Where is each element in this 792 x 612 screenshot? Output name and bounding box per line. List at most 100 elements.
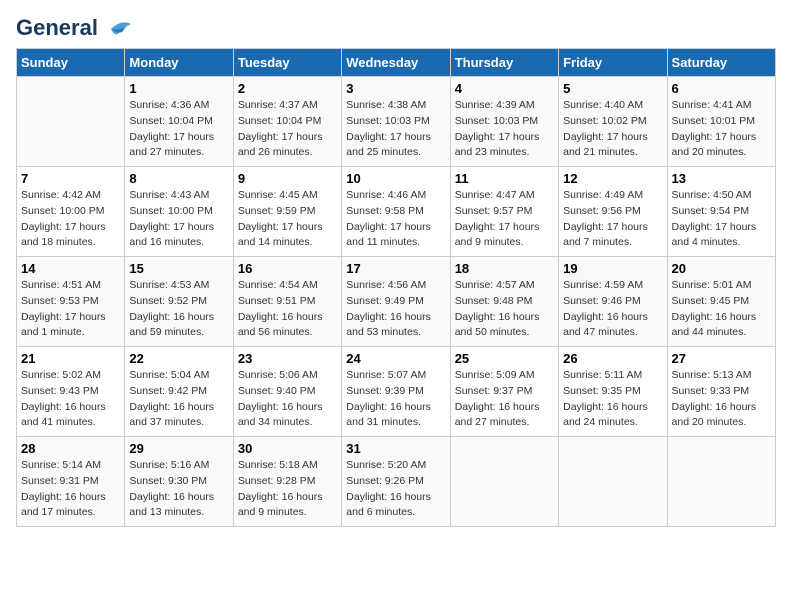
calendar-cell: 21Sunrise: 5:02 AM Sunset: 9:43 PM Dayli… xyxy=(17,347,125,437)
day-info: Sunrise: 5:18 AM Sunset: 9:28 PM Dayligh… xyxy=(238,458,337,521)
calendar-cell: 8 Sunrise: 4:43 AM Sunset: 10:00 PM Dayli… xyxy=(125,167,233,257)
header-saturday: Saturday xyxy=(667,49,775,77)
day-info: Sunrise: 5:14 AM Sunset: 9:31 PM Dayligh… xyxy=(21,458,120,521)
calendar-cell: 1 Sunrise: 4:36 AM Sunset: 10:04 PM Dayli… xyxy=(125,77,233,167)
calendar-cell xyxy=(450,437,558,527)
day-number: 10 xyxy=(346,171,445,186)
day-number: 13 xyxy=(672,171,771,186)
days-header-row: SundayMondayTuesdayWednesdayThursdayFrid… xyxy=(17,49,776,77)
day-number: 14 xyxy=(21,261,120,276)
day-number: 12 xyxy=(563,171,662,186)
day-number: 22 xyxy=(129,351,228,366)
page-header: General xyxy=(16,16,776,40)
day-info: Sunrise: 4:50 AM Sunset: 9:54 PM Dayligh… xyxy=(672,188,771,251)
day-number: 3 xyxy=(346,81,445,96)
day-number: 18 xyxy=(455,261,554,276)
header-tuesday: Tuesday xyxy=(233,49,341,77)
day-info: Sunrise: 4:39 AM Sunset: 10:03 PM Daylig… xyxy=(455,98,554,161)
calendar-cell: 7 Sunrise: 4:42 AM Sunset: 10:00 PM Dayli… xyxy=(17,167,125,257)
day-info: Sunrise: 5:13 AM Sunset: 9:33 PM Dayligh… xyxy=(672,368,771,431)
week-row-2: 7 Sunrise: 4:42 AM Sunset: 10:00 PM Dayli… xyxy=(17,167,776,257)
day-info: Sunrise: 4:41 AM Sunset: 10:01 PM Daylig… xyxy=(672,98,771,161)
calendar-cell xyxy=(17,77,125,167)
calendar-cell: 15 Sunrise: 4:53 AM Sunset: 9:52 PM Dayli… xyxy=(125,257,233,347)
calendar-cell: 9 Sunrise: 4:45 AM Sunset: 9:59 PM Daylig… xyxy=(233,167,341,257)
day-number: 24 xyxy=(346,351,445,366)
day-info: Sunrise: 4:45 AM Sunset: 9:59 PM Dayligh… xyxy=(238,188,337,251)
week-row-4: 21Sunrise: 5:02 AM Sunset: 9:43 PM Dayli… xyxy=(17,347,776,437)
calendar-cell: 6 Sunrise: 4:41 AM Sunset: 10:01 PM Dayli… xyxy=(667,77,775,167)
header-friday: Friday xyxy=(559,49,667,77)
day-number: 15 xyxy=(129,261,228,276)
day-number: 31 xyxy=(346,441,445,456)
day-info: Sunrise: 4:53 AM Sunset: 9:52 PM Dayligh… xyxy=(129,278,228,341)
day-number: 6 xyxy=(672,81,771,96)
calendar-cell: 25Sunrise: 5:09 AM Sunset: 9:37 PM Dayli… xyxy=(450,347,558,437)
day-number: 5 xyxy=(563,81,662,96)
day-number: 21 xyxy=(21,351,120,366)
day-info: Sunrise: 4:42 AM Sunset: 10:00 PM Daylig… xyxy=(21,188,120,251)
header-thursday: Thursday xyxy=(450,49,558,77)
day-info: Sunrise: 5:01 AM Sunset: 9:45 PM Dayligh… xyxy=(672,278,771,341)
day-number: 2 xyxy=(238,81,337,96)
logo: General xyxy=(16,16,131,40)
day-info: Sunrise: 5:09 AM Sunset: 9:37 PM Dayligh… xyxy=(455,368,554,431)
day-info: Sunrise: 5:07 AM Sunset: 9:39 PM Dayligh… xyxy=(346,368,445,431)
day-number: 1 xyxy=(129,81,228,96)
day-info: Sunrise: 5:06 AM Sunset: 9:40 PM Dayligh… xyxy=(238,368,337,431)
day-number: 20 xyxy=(672,261,771,276)
week-row-3: 14Sunrise: 4:51 AM Sunset: 9:53 PM Dayli… xyxy=(17,257,776,347)
calendar-cell: 29 Sunrise: 5:16 AM Sunset: 9:30 PM Dayli… xyxy=(125,437,233,527)
header-sunday: Sunday xyxy=(17,49,125,77)
day-info: Sunrise: 4:36 AM Sunset: 10:04 PM Daylig… xyxy=(129,98,228,161)
day-number: 7 xyxy=(21,171,120,186)
day-info: Sunrise: 5:04 AM Sunset: 9:42 PM Dayligh… xyxy=(129,368,228,431)
day-info: Sunrise: 5:16 AM Sunset: 9:30 PM Dayligh… xyxy=(129,458,228,521)
day-info: Sunrise: 4:43 AM Sunset: 10:00 PM Daylig… xyxy=(129,188,228,251)
calendar-cell: 5Sunrise: 4:40 AM Sunset: 10:02 PM Dayli… xyxy=(559,77,667,167)
day-info: Sunrise: 4:57 AM Sunset: 9:48 PM Dayligh… xyxy=(455,278,554,341)
day-info: Sunrise: 5:20 AM Sunset: 9:26 PM Dayligh… xyxy=(346,458,445,521)
calendar-cell: 31 Sunrise: 5:20 AM Sunset: 9:26 PM Dayli… xyxy=(342,437,450,527)
day-number: 11 xyxy=(455,171,554,186)
calendar-cell: 12 Sunrise: 4:49 AM Sunset: 9:56 PM Dayli… xyxy=(559,167,667,257)
day-number: 29 xyxy=(129,441,228,456)
day-info: Sunrise: 4:37 AM Sunset: 10:04 PM Daylig… xyxy=(238,98,337,161)
day-number: 9 xyxy=(238,171,337,186)
week-row-5: 28 Sunrise: 5:14 AM Sunset: 9:31 PM Dayli… xyxy=(17,437,776,527)
calendar-cell: 30 Sunrise: 5:18 AM Sunset: 9:28 PM Dayli… xyxy=(233,437,341,527)
day-number: 30 xyxy=(238,441,337,456)
calendar-cell: 2 Sunrise: 4:37 AM Sunset: 10:04 PM Dayli… xyxy=(233,77,341,167)
calendar-cell xyxy=(667,437,775,527)
calendar-cell: 22 Sunrise: 5:04 AM Sunset: 9:42 PM Dayli… xyxy=(125,347,233,437)
calendar-cell: 4 Sunrise: 4:39 AM Sunset: 10:03 PM Dayli… xyxy=(450,77,558,167)
header-wednesday: Wednesday xyxy=(342,49,450,77)
day-info: Sunrise: 4:46 AM Sunset: 9:58 PM Dayligh… xyxy=(346,188,445,251)
calendar-cell xyxy=(559,437,667,527)
day-info: Sunrise: 4:49 AM Sunset: 9:56 PM Dayligh… xyxy=(563,188,662,251)
calendar-cell: 14Sunrise: 4:51 AM Sunset: 9:53 PM Dayli… xyxy=(17,257,125,347)
day-number: 4 xyxy=(455,81,554,96)
day-number: 17 xyxy=(346,261,445,276)
day-number: 27 xyxy=(672,351,771,366)
calendar-cell: 16Sunrise: 4:54 AM Sunset: 9:51 PM Dayli… xyxy=(233,257,341,347)
day-number: 23 xyxy=(238,351,337,366)
calendar-cell: 26 Sunrise: 5:11 AM Sunset: 9:35 PM Dayli… xyxy=(559,347,667,437)
day-number: 28 xyxy=(21,441,120,456)
calendar-cell: 19Sunrise: 4:59 AM Sunset: 9:46 PM Dayli… xyxy=(559,257,667,347)
day-info: Sunrise: 4:59 AM Sunset: 9:46 PM Dayligh… xyxy=(563,278,662,341)
calendar-cell: 11Sunrise: 4:47 AM Sunset: 9:57 PM Dayli… xyxy=(450,167,558,257)
day-info: Sunrise: 5:11 AM Sunset: 9:35 PM Dayligh… xyxy=(563,368,662,431)
calendar-cell: 17 Sunrise: 4:56 AM Sunset: 9:49 PM Dayli… xyxy=(342,257,450,347)
calendar-cell: 23 Sunrise: 5:06 AM Sunset: 9:40 PM Dayli… xyxy=(233,347,341,437)
day-number: 8 xyxy=(129,171,228,186)
logo-text: General xyxy=(16,16,131,40)
calendar-cell: 27 Sunrise: 5:13 AM Sunset: 9:33 PM Dayli… xyxy=(667,347,775,437)
day-info: Sunrise: 4:38 AM Sunset: 10:03 PM Daylig… xyxy=(346,98,445,161)
calendar-cell: 28 Sunrise: 5:14 AM Sunset: 9:31 PM Dayli… xyxy=(17,437,125,527)
day-number: 26 xyxy=(563,351,662,366)
calendar-cell: 10 Sunrise: 4:46 AM Sunset: 9:58 PM Dayli… xyxy=(342,167,450,257)
calendar-cell: 3 Sunrise: 4:38 AM Sunset: 10:03 PM Dayli… xyxy=(342,77,450,167)
calendar-cell: 18 Sunrise: 4:57 AM Sunset: 9:48 PM Dayli… xyxy=(450,257,558,347)
day-info: Sunrise: 4:56 AM Sunset: 9:49 PM Dayligh… xyxy=(346,278,445,341)
